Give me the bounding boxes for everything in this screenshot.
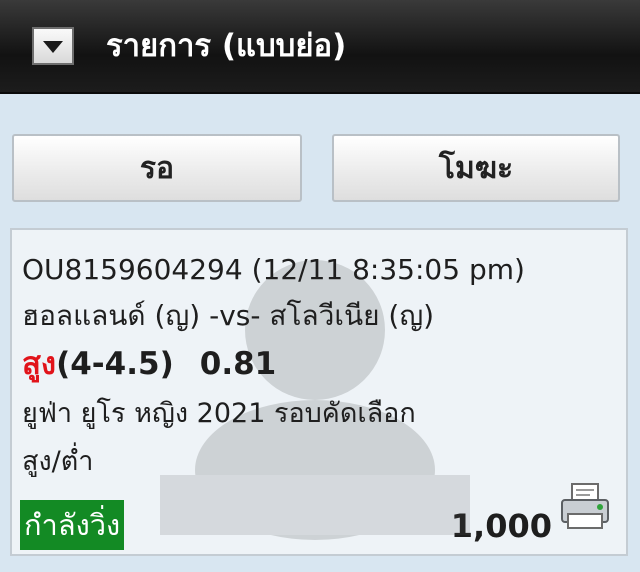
void-button[interactable]: โมฆะ xyxy=(332,134,620,202)
panel-title: รายการ (แบบย่อ) xyxy=(106,28,347,64)
printer-icon[interactable] xyxy=(558,480,612,536)
bet-type: สูง/ต่ำ xyxy=(22,446,94,477)
triangle-down-icon xyxy=(43,41,63,53)
bet-slip-card: OU8159604294 (12/11 8:35:05 pm) ฮอลแลนด์… xyxy=(10,228,628,556)
wait-button[interactable]: รอ xyxy=(12,134,302,202)
league-name: ยูฟ่า ยูโร หญิง 2021 รอบคัดเลือก xyxy=(22,398,416,429)
handicap: (4-4.5) xyxy=(56,346,174,382)
status-badge: กำลังวิ่ง xyxy=(20,500,125,550)
odds: 0.81 xyxy=(199,346,277,382)
panel-header: รายการ (แบบย่อ) xyxy=(0,0,640,94)
bet-side: สูง xyxy=(22,346,57,382)
selection-line: สูง(4-4.5) 0.81 xyxy=(22,344,276,384)
ticket-id: OU8159604294 xyxy=(22,253,243,286)
ticket-datetime: (12/11 8:35:05 pm) xyxy=(251,253,525,286)
stake-amount: 1,000 xyxy=(450,507,552,545)
collapse-button[interactable] xyxy=(32,27,74,65)
ticket-line: OU8159604294 (12/11 8:35:05 pm) xyxy=(22,250,525,290)
match-teams: ฮอลแลนด์ (ญ) -vs- สโลวีเนีย (ญ) xyxy=(22,299,435,332)
